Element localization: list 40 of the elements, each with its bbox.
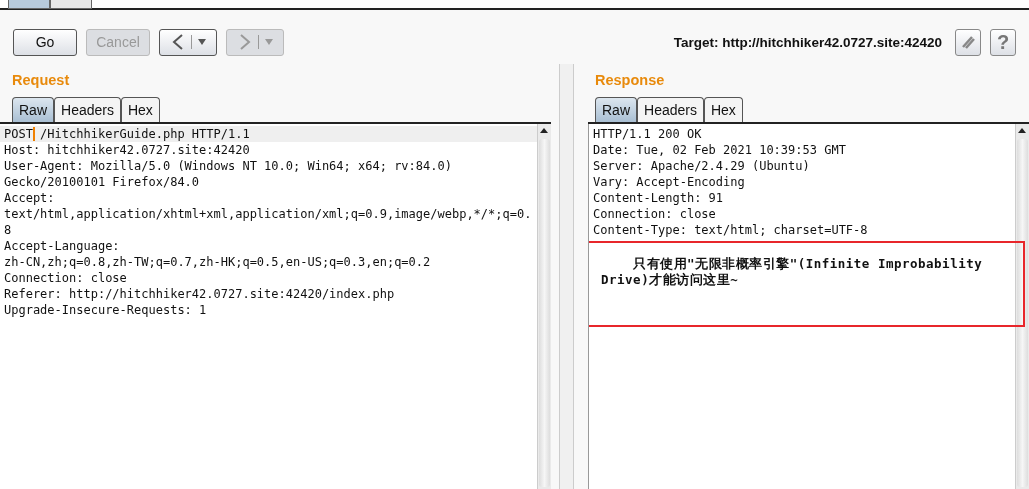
code-line: Connection: close bbox=[592, 206, 717, 222]
code-line: Gecko/20100101 Firefox/84.0 bbox=[3, 174, 201, 190]
text-cursor bbox=[33, 127, 35, 141]
pane-title: Request bbox=[11, 71, 71, 90]
code-line: Upgrade-Insecure-Requests: 1 bbox=[3, 302, 208, 318]
code-line: Date: Tue, 02 Feb 2021 10:39:53 GMT bbox=[592, 142, 847, 158]
code-line: Accept-Language: bbox=[3, 238, 121, 254]
code-line: Content-Length: 91 bbox=[592, 190, 725, 206]
code-line: User-Agent: Mozilla/5.0 (Windows NT 10.0; Win64; x64; rv:84.0) bbox=[3, 158, 453, 174]
code-line: Connection: close bbox=[3, 270, 128, 286]
view-tab[interactable]: Headers bbox=[637, 97, 704, 122]
caret-icon bbox=[264, 39, 273, 45]
pencil-icon bbox=[960, 34, 976, 50]
view-tab[interactable]: Raw bbox=[12, 97, 54, 122]
help-button[interactable]: ? bbox=[990, 28, 1016, 56]
body-line: Drive)才能访问这里~ bbox=[600, 272, 740, 288]
caret-icon bbox=[197, 39, 206, 45]
window-tab[interactable] bbox=[8, 0, 50, 9]
chevron-left-icon bbox=[170, 33, 185, 51]
code-line: Vary: Accept-Encoding bbox=[592, 174, 746, 190]
view-tab[interactable]: Hex bbox=[703, 97, 743, 122]
pane-title: Response bbox=[594, 71, 666, 90]
view-tab[interactable]: Headers bbox=[54, 97, 121, 122]
code-line: Content-Type: text/html; charset=UTF-8 bbox=[592, 222, 869, 238]
body-line: 只有使用"无限非概率引擎"(Infinite Improbability bbox=[632, 256, 984, 272]
code-line: Accept: bbox=[3, 190, 56, 206]
code-line: HTTP/1.1 200 OK bbox=[592, 126, 703, 142]
edit-button[interactable] bbox=[955, 28, 981, 56]
code-line: Referer: http://hitchhiker42.0727.site:42420/index.php bbox=[3, 286, 396, 302]
view-tab[interactable]: Raw bbox=[595, 97, 637, 122]
code-line: Host: hitchhiker42.0727.site:42420 bbox=[3, 142, 251, 158]
target-label: Target: http://hitchhiker42.0727.site:42420 bbox=[673, 34, 942, 50]
code-line: text/html,application/xhtml+xml,application/xml;q=0.9,image/webp,*/*;q=0. bbox=[3, 206, 533, 222]
back-button[interactable] bbox=[159, 28, 217, 56]
code-line: 8 bbox=[3, 222, 13, 238]
code-line: zh-CN,zh;q=0.8,zh-TW;q=0.7,zh-HK;q=0.5,en-US;q=0.3,en;q=0.2 bbox=[3, 254, 432, 270]
code-line: Server: Apache/2.4.29 (Ubuntu) bbox=[592, 158, 811, 174]
window-tab[interactable] bbox=[50, 0, 92, 9]
go-button[interactable]: Go bbox=[13, 28, 77, 56]
view-tab[interactable]: Hex bbox=[120, 97, 160, 122]
